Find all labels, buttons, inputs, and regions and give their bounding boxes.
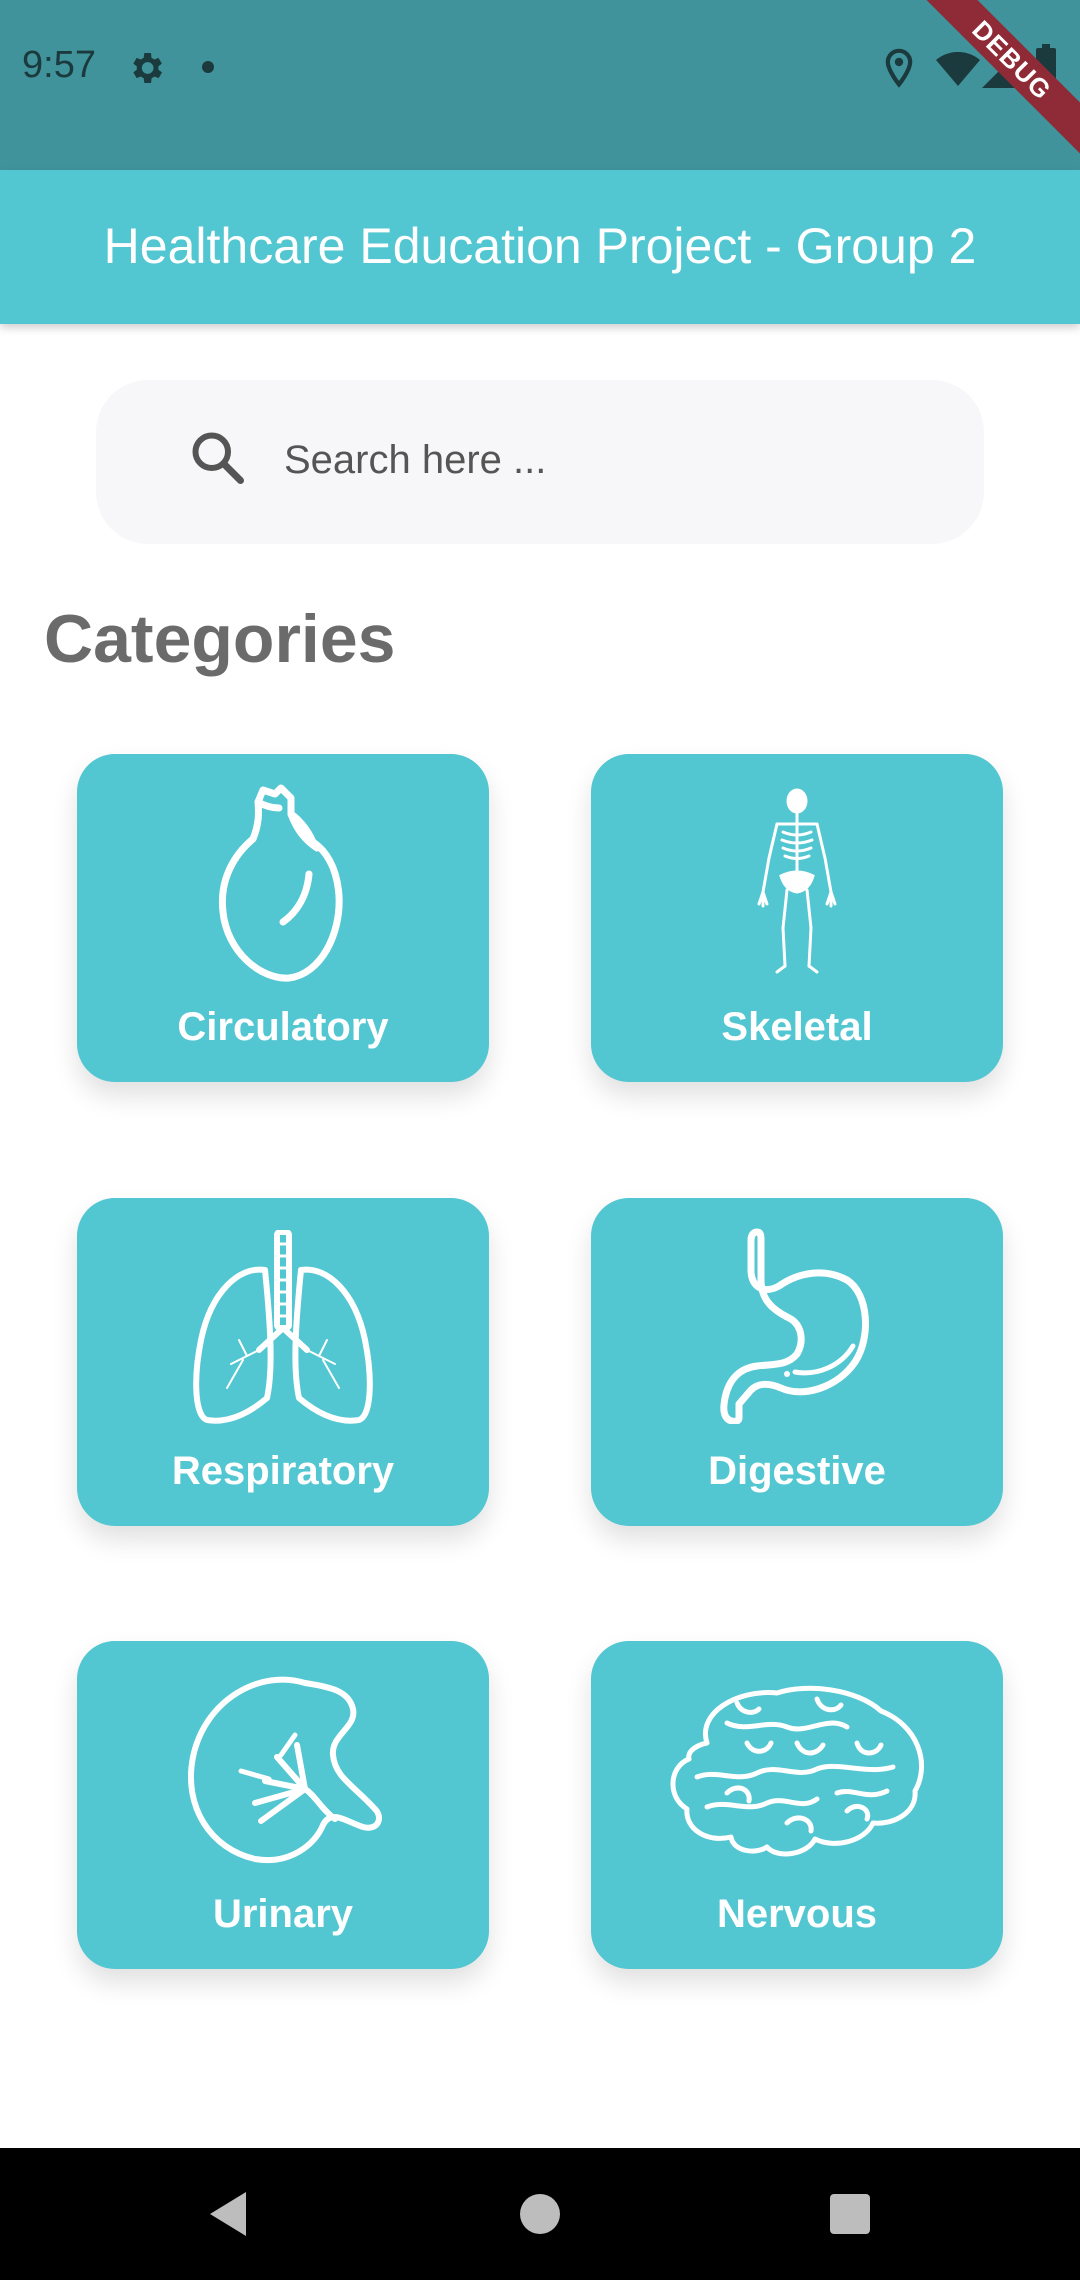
category-card-skeletal[interactable]: Skeletal — [591, 754, 1003, 1082]
app-bar: Healthcare Education Project - Group 2 — [0, 170, 1080, 324]
category-label: Digestive — [708, 1449, 886, 1493]
home-icon[interactable] — [520, 2194, 560, 2234]
category-card-urinary[interactable]: Urinary — [77, 1641, 489, 1969]
category-card-respiratory[interactable]: Respiratory — [77, 1198, 489, 1526]
search-bar[interactable] — [96, 380, 984, 544]
search-input[interactable] — [282, 424, 886, 496]
category-label: Urinary — [212, 1892, 354, 1936]
debug-label: DEBUG — [914, 0, 1080, 158]
back-icon[interactable] — [206, 2190, 250, 2238]
category-card-digestive[interactable]: Digestive — [591, 1198, 1003, 1526]
heart-icon — [218, 784, 343, 982]
debug-banner: DEBUG — [910, 0, 1080, 170]
recents-icon[interactable] — [830, 2194, 870, 2234]
notification-dot-icon — [202, 61, 214, 73]
kidney-icon — [188, 1676, 382, 1864]
category-card-circulatory[interactable]: Circulatory — [77, 754, 489, 1082]
category-label: Nervous — [716, 1892, 878, 1936]
page-title: Healthcare Education Project - Group 2 — [103, 218, 977, 274]
category-label: Circulatory — [177, 1005, 389, 1049]
category-label: Skeletal — [721, 1005, 873, 1049]
lungs-icon — [193, 1230, 373, 1424]
category-card-nervous[interactable]: Nervous — [591, 1641, 1003, 1969]
skeleton-icon — [757, 788, 837, 974]
system-nav-bar — [0, 2148, 1080, 2280]
stomach-icon — [720, 1228, 869, 1424]
status-bar: 9:57 DEBUG — [0, 0, 1080, 170]
search-icon — [192, 432, 244, 484]
category-label: Respiratory — [171, 1449, 395, 1493]
gear-icon — [133, 53, 162, 83]
brain-icon — [670, 1685, 925, 1857]
categories-heading: Categories — [44, 601, 396, 677]
status-time: 9:57 — [22, 44, 96, 86]
